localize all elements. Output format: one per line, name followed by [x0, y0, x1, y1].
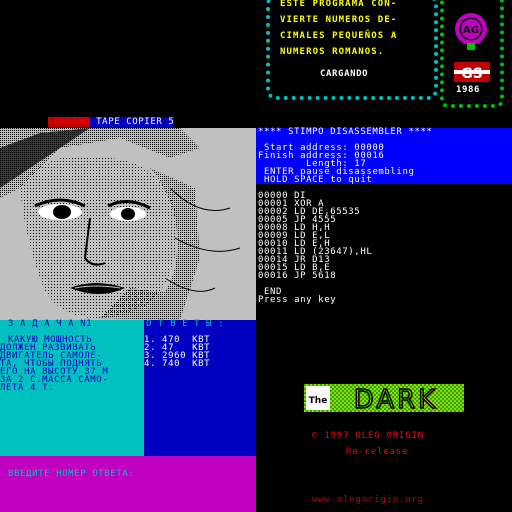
answer-option-4[interactable]: 4. 740 КВТ	[144, 360, 210, 369]
loading-status-text: CARGANDO	[320, 69, 369, 79]
quiz-question-panel: З А Д А Ч А N1 КАКУЮ МОЩНОСТЬ ДОЛЖЕН РАЗ…	[0, 320, 144, 456]
press-any-key[interactable]: Press any key	[258, 296, 336, 305]
spanish-text-line-3: CIMALES PEQUEÑOS A	[280, 31, 398, 41]
spanish-text-line-1: ESTE PROGRAMA CON-	[280, 0, 398, 9]
black-border-area	[0, 0, 256, 128]
quiz-answers-panel: О Т В Е Т Ы : 1. 470 КВТ 2. 47 КВТ 3. 29…	[144, 320, 256, 456]
release-year: 1986	[456, 85, 481, 95]
loading-program-name: TAPE COPIER 5	[90, 117, 175, 127]
answer-prompt: ВВЕДИТЕ НОМЕР ОТВЕТА:	[8, 469, 135, 479]
spanish-loader-panel: ESTE PROGRAMA CON- VIERTE NUMEROS DE- CI…	[256, 0, 512, 128]
copyright-text: © 1997 OLEG ORIGIN	[312, 431, 424, 441]
ag-badge-icon: AG	[455, 13, 487, 50]
disassembler-title: **** STIMPO DISASSEMBLER ****	[258, 127, 433, 137]
answers-title: О Т В Е Т Ы :	[146, 319, 225, 329]
the-dark-logo-icon: The DARK	[304, 384, 464, 412]
website-url[interactable]: www.olegorigin.org	[312, 496, 424, 505]
spanish-text-line-4: NUMEROS ROMANOS.	[280, 47, 385, 57]
answer-input-panel[interactable]: ВВЕДИТЕ НОМЕР ОТВЕТА:	[0, 456, 256, 512]
hold-space-hint: HOLD SPACE to quit	[258, 175, 373, 185]
rerelease-text: Re-release	[346, 447, 409, 457]
loading-indicator: LOADING TAPE COPIER 5	[48, 117, 175, 127]
loading-word: LOADING	[48, 117, 91, 127]
gs-logo-icon: GS	[454, 62, 490, 82]
gs-logo-text: GS	[461, 66, 483, 82]
quiz-line-7: ЛЕТА 4 Т.	[0, 383, 55, 393]
listing-line: 00016 JP 5618	[258, 271, 337, 281]
spanish-text-line-2: VIERTE NUMEROS DE-	[280, 15, 398, 25]
face-portrait-icon	[0, 128, 256, 320]
quiz-title: З А Д А Ч А N1	[8, 319, 93, 329]
face-artwork	[0, 128, 256, 320]
logo-the: The	[309, 396, 328, 406]
badge-text: AG	[463, 25, 479, 36]
logo-dark: DARK	[354, 385, 438, 412]
